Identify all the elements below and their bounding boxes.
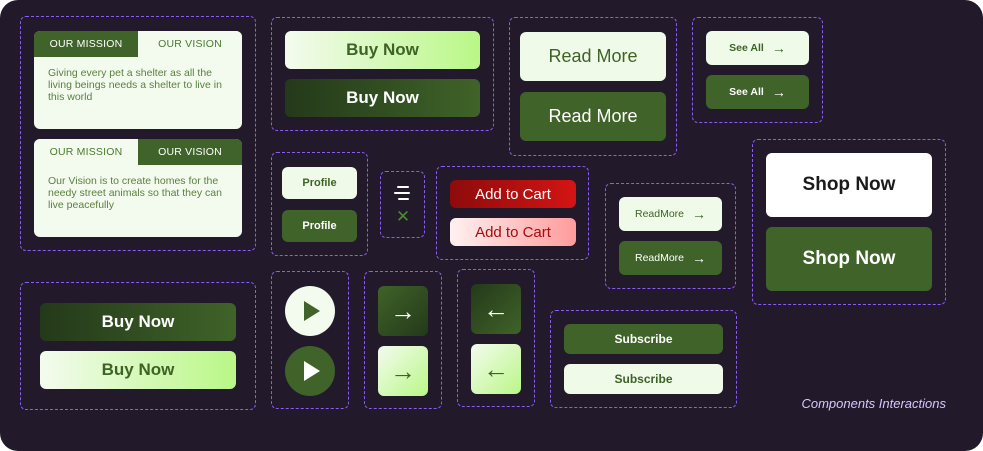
vision-text: Our Vision is to create homes for the ne… bbox=[48, 175, 222, 211]
arrow-left-icon: ← bbox=[483, 354, 509, 384]
read-more-button-dark[interactable]: Read More bbox=[520, 92, 666, 141]
arrow-right-button-dark[interactable]: → bbox=[378, 286, 428, 336]
shop-now-button-dark[interactable]: Shop Now bbox=[766, 227, 932, 291]
see-all-label: See All bbox=[729, 86, 764, 98]
see-all-button-dark[interactable]: See All → bbox=[706, 75, 809, 109]
tab-our-mission[interactable]: OUR MISSION bbox=[34, 139, 138, 165]
arrow-right-icon: → bbox=[692, 250, 707, 266]
profile-button-light[interactable]: Profile bbox=[282, 167, 357, 199]
play-icon bbox=[304, 301, 320, 321]
buy-now-button-dark[interactable]: Buy Now bbox=[285, 79, 480, 117]
components-caption: Components Interactions bbox=[801, 396, 946, 411]
components-canvas: OUR MISSION OUR VISION Giving every pet … bbox=[0, 0, 983, 451]
profile-button-dark[interactable]: Profile bbox=[282, 210, 357, 242]
shop-now-button-light[interactable]: Shop Now bbox=[766, 153, 932, 217]
arrow-right-icon: → bbox=[390, 296, 416, 326]
buy-now-button-dark[interactable]: Buy Now bbox=[40, 303, 236, 341]
close-icon[interactable]: ✕ bbox=[394, 207, 412, 227]
tab-our-vision[interactable]: OUR VISION bbox=[138, 31, 242, 57]
tab-card-mission: OUR MISSION OUR VISION Giving every pet … bbox=[34, 31, 242, 129]
mission-text: Giving every pet a shelter as all the li… bbox=[48, 67, 222, 103]
buy-now-button-light[interactable]: Buy Now bbox=[40, 351, 236, 389]
see-all-button-light[interactable]: See All → bbox=[706, 31, 809, 65]
readmore-button-dark[interactable]: ReadMore → bbox=[619, 241, 722, 275]
menu-icon[interactable] bbox=[393, 185, 413, 203]
read-more-button-light[interactable]: Read More bbox=[520, 32, 666, 81]
menu-toggle-group bbox=[380, 171, 425, 238]
subscribe-button-light[interactable]: Subscribe bbox=[564, 364, 723, 394]
arrow-left-icon: ← bbox=[483, 294, 509, 324]
readmore-button-light[interactable]: ReadMore → bbox=[619, 197, 722, 231]
see-all-label: See All bbox=[729, 42, 764, 54]
arrow-right-button-light[interactable]: → bbox=[378, 346, 428, 396]
add-to-cart-button-primary[interactable]: Add to Cart bbox=[450, 180, 576, 208]
play-button-dark[interactable] bbox=[285, 346, 335, 396]
readmore-label: ReadMore bbox=[634, 208, 685, 220]
arrow-right-icon: → bbox=[390, 356, 416, 386]
arrow-right-icon: → bbox=[692, 206, 707, 222]
tab-card-vision: OUR MISSION OUR VISION Our Vision is to … bbox=[34, 139, 242, 237]
tab-our-vision[interactable]: OUR VISION bbox=[138, 139, 242, 165]
play-button-light[interactable] bbox=[285, 286, 335, 336]
arrow-right-icon: → bbox=[771, 40, 786, 56]
arrow-left-button-dark[interactable]: ← bbox=[471, 284, 521, 334]
arrow-right-icon: → bbox=[771, 84, 786, 100]
buy-now-button-light[interactable]: Buy Now bbox=[285, 31, 480, 69]
tab-our-mission[interactable]: OUR MISSION bbox=[34, 31, 138, 57]
tab-bar: OUR MISSION OUR VISION bbox=[34, 31, 242, 57]
subscribe-button-dark[interactable]: Subscribe bbox=[564, 324, 723, 354]
arrow-left-button-light[interactable]: ← bbox=[471, 344, 521, 394]
play-icon bbox=[304, 361, 320, 381]
tab-bar: OUR MISSION OUR VISION bbox=[34, 139, 242, 165]
add-to-cart-button-secondary[interactable]: Add to Cart bbox=[450, 218, 576, 246]
buy-now-group-bottom bbox=[20, 282, 256, 410]
readmore-label: ReadMore bbox=[634, 252, 685, 264]
